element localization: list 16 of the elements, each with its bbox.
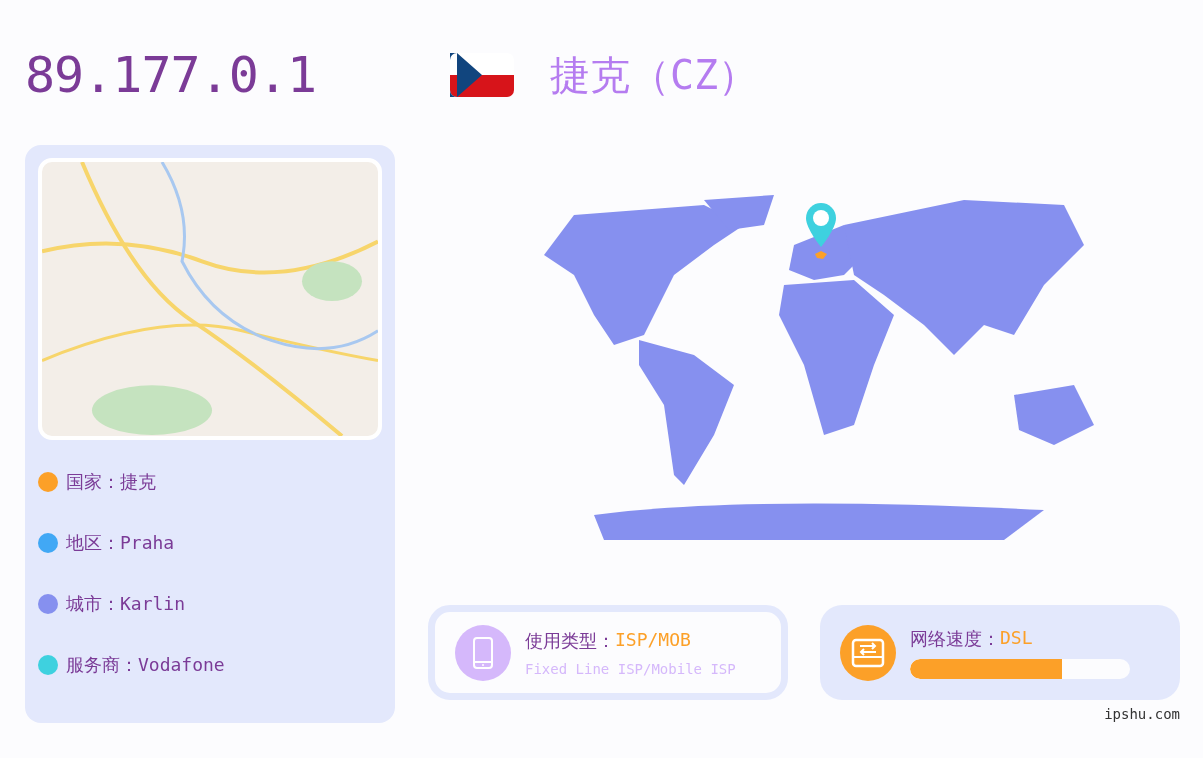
info-text: 地区：Praha — [66, 531, 175, 555]
country-code: （CZ） — [630, 50, 759, 100]
usage-type-description: Fixed Line ISP/Mobile ISP — [525, 660, 737, 677]
network-speed-value: DSL — [1000, 626, 1033, 650]
network-speed-label: 网络速度： — [910, 626, 1000, 651]
map-pin-icon — [806, 203, 836, 247]
usage-type-value: ISP/MOB — [615, 628, 691, 652]
ip-address: 89.177.0.1 — [25, 46, 318, 104]
info-text: 服务商：Vodafone — [66, 653, 225, 677]
usage-type-label: 使用类型： — [525, 628, 615, 653]
location-marker-icon — [815, 251, 827, 259]
info-text: 城市：Karlin — [66, 592, 186, 616]
info-text: 国家：捷克 — [66, 470, 156, 494]
flag-icon — [450, 53, 514, 97]
site-credit: ipshu.com — [1104, 706, 1180, 722]
country-name: 捷克 — [550, 50, 630, 100]
